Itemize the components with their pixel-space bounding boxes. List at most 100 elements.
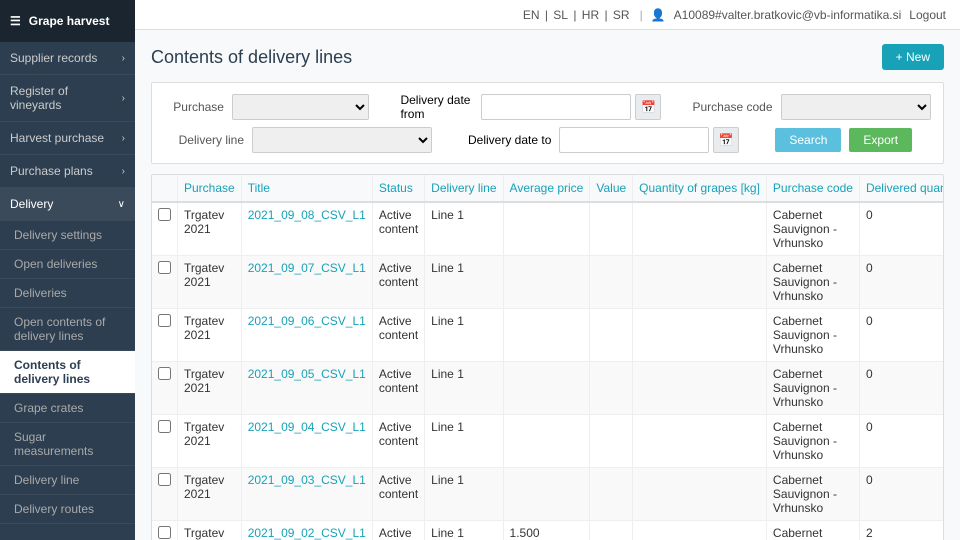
sidebar-item-sugar-measurements[interactable]: Sugar measurements bbox=[0, 423, 135, 466]
row-checkbox-cell[interactable] bbox=[152, 362, 178, 415]
row-purchase-code: Cabernet Sauvignon - Vrhunsko bbox=[766, 415, 859, 468]
col-status[interactable]: Status bbox=[372, 175, 424, 202]
col-qty-grapes[interactable]: Quantity of grapes [kg] bbox=[633, 175, 767, 202]
sidebar-item-harvest-purchase[interactable]: Harvest purchase › bbox=[0, 122, 135, 155]
sidebar-item-delivery-settings[interactable]: Delivery settings bbox=[0, 221, 135, 250]
row-checkbox[interactable] bbox=[158, 526, 171, 539]
sidebar-item-deliveries[interactable]: Deliveries bbox=[0, 279, 135, 308]
sidebar-item-contents-of-delivery-lines[interactable]: Contents of delivery lines bbox=[0, 351, 135, 394]
delivery-line-label: Delivery line bbox=[164, 133, 244, 147]
row-delivered-qty: 0 bbox=[859, 468, 944, 521]
table-row: Trgatev 2021 2021_09_03_CSV_L1 Active co… bbox=[152, 468, 944, 521]
row-checkbox[interactable] bbox=[158, 261, 171, 274]
row-value bbox=[590, 256, 633, 309]
purchase-code-select[interactable] bbox=[781, 94, 931, 120]
lang-hr[interactable]: HR bbox=[582, 8, 599, 22]
sidebar-item-register-of-vineyards[interactable]: Register of vineyards › bbox=[0, 75, 135, 122]
row-checkbox[interactable] bbox=[158, 367, 171, 380]
col-purchase-code[interactable]: Purchase code bbox=[766, 175, 859, 202]
app-title-header: ☰ Grape harvest bbox=[0, 0, 135, 42]
logout-button[interactable]: Logout bbox=[909, 8, 946, 22]
delivery-date-to-input[interactable] bbox=[559, 127, 709, 153]
col-delivery-line[interactable]: Delivery line bbox=[425, 175, 503, 202]
sidebar-item-grape-crates[interactable]: Grape crates bbox=[0, 394, 135, 423]
row-delivery-line: Line 1 bbox=[425, 521, 503, 540]
row-checkbox[interactable] bbox=[158, 208, 171, 221]
row-title[interactable]: 2021_09_04_CSV_L1 bbox=[241, 415, 372, 468]
row-delivered-qty: 0 bbox=[859, 256, 944, 309]
row-checkbox-cell[interactable] bbox=[152, 202, 178, 256]
lang-sl[interactable]: SL bbox=[553, 8, 568, 22]
sidebar-item-open-deliveries[interactable]: Open deliveries bbox=[0, 250, 135, 279]
row-avg-price bbox=[503, 202, 590, 256]
sidebar-label-delivery-line: Delivery line bbox=[14, 473, 79, 487]
row-avg-price bbox=[503, 309, 590, 362]
row-checkbox-cell[interactable] bbox=[152, 415, 178, 468]
delivery-line-select[interactable] bbox=[252, 127, 432, 153]
sidebar-item-delivery-line[interactable]: Delivery line bbox=[0, 466, 135, 495]
row-title[interactable]: 2021_09_02_CSV_L1 bbox=[241, 521, 372, 540]
new-button[interactable]: + New bbox=[882, 44, 944, 70]
row-delivered-qty: 0 bbox=[859, 415, 944, 468]
col-delivered-qty[interactable]: Delivered quantity bbox=[859, 175, 944, 202]
export-button[interactable]: Export bbox=[849, 128, 912, 152]
row-checkbox-cell[interactable] bbox=[152, 309, 178, 362]
col-value[interactable]: Value bbox=[590, 175, 633, 202]
sidebar-label-deliveries: Deliveries bbox=[14, 286, 67, 300]
row-purchase: Trgatev 2021 bbox=[178, 521, 242, 540]
row-delivery-line: Line 1 bbox=[425, 256, 503, 309]
row-purchase-code: Cabernet Sauvignon - Vrhunsko bbox=[766, 309, 859, 362]
page-title: Contents of delivery lines bbox=[151, 47, 352, 68]
row-qty-grapes bbox=[633, 468, 767, 521]
app-title: Grape harvest bbox=[29, 14, 110, 28]
row-qty-grapes bbox=[633, 309, 767, 362]
row-title[interactable]: 2021_09_07_CSV_L1 bbox=[241, 256, 372, 309]
row-checkbox-cell[interactable] bbox=[152, 256, 178, 309]
row-status: Active content bbox=[372, 202, 424, 256]
sidebar-item-delivery-routes[interactable]: Delivery routes bbox=[0, 495, 135, 524]
page-content: Contents of delivery lines + New Purchas… bbox=[135, 30, 960, 540]
lang-en[interactable]: EN bbox=[523, 8, 540, 22]
row-title[interactable]: 2021_09_08_CSV_L1 bbox=[241, 202, 372, 256]
row-checkbox[interactable] bbox=[158, 473, 171, 486]
sidebar-item-purchase-plans[interactable]: Purchase plans › bbox=[0, 155, 135, 188]
sidebar-item-delivery[interactable]: Delivery ∨ bbox=[0, 188, 135, 221]
row-avg-price bbox=[503, 362, 590, 415]
col-title[interactable]: Title bbox=[241, 175, 372, 202]
purchase-select[interactable] bbox=[232, 94, 369, 120]
row-delivery-line: Line 1 bbox=[425, 468, 503, 521]
sidebar-label-sugar-measurements: Sugar measurements bbox=[14, 430, 93, 458]
row-checkbox-cell[interactable] bbox=[152, 521, 178, 540]
table-header-row: Purchase Title Status Delivery line Aver… bbox=[152, 175, 944, 202]
calendar-to-icon[interactable]: 📅 bbox=[713, 127, 739, 153]
filter-row-1: Purchase Delivery date from 📅 Purchase c… bbox=[164, 93, 931, 121]
row-delivered-qty: 0 bbox=[859, 362, 944, 415]
lang-sr[interactable]: SR bbox=[613, 8, 630, 22]
col-avg-price[interactable]: Average price bbox=[503, 175, 590, 202]
col-purchase[interactable]: Purchase bbox=[178, 175, 242, 202]
delivery-date-from-input[interactable] bbox=[481, 94, 631, 120]
table-row: Trgatev 2021 2021_09_06_CSV_L1 Active co… bbox=[152, 309, 944, 362]
sidebar-item-open-contents[interactable]: Open contents of delivery lines bbox=[0, 308, 135, 351]
row-title[interactable]: 2021_09_06_CSV_L1 bbox=[241, 309, 372, 362]
sidebar-label-supplier-records: Supplier records bbox=[10, 51, 97, 65]
hamburger-icon: ☰ bbox=[10, 14, 21, 28]
row-qty-grapes bbox=[633, 415, 767, 468]
row-title[interactable]: 2021_09_05_CSV_L1 bbox=[241, 362, 372, 415]
calendar-from-icon[interactable]: 📅 bbox=[635, 94, 661, 120]
row-purchase: Trgatev 2021 bbox=[178, 309, 242, 362]
row-title[interactable]: 2021_09_03_CSV_L1 bbox=[241, 468, 372, 521]
chevron-down-icon: ∨ bbox=[118, 199, 125, 210]
row-checkbox-cell[interactable] bbox=[152, 468, 178, 521]
table-row: Trgatev 2021 2021_09_08_CSV_L1 Active co… bbox=[152, 202, 944, 256]
row-value bbox=[590, 468, 633, 521]
delivery-date-from-wrap: 📅 bbox=[481, 94, 661, 120]
row-checkbox[interactable] bbox=[158, 420, 171, 433]
table-body: Trgatev 2021 2021_09_08_CSV_L1 Active co… bbox=[152, 202, 944, 540]
row-delivery-line: Line 1 bbox=[425, 202, 503, 256]
sidebar-item-supplier-records[interactable]: Supplier records › bbox=[0, 42, 135, 75]
row-checkbox[interactable] bbox=[158, 314, 171, 327]
search-button[interactable]: Search bbox=[775, 128, 841, 152]
col-checkbox bbox=[152, 175, 178, 202]
sidebar-item-more[interactable]: ... bbox=[0, 524, 135, 540]
